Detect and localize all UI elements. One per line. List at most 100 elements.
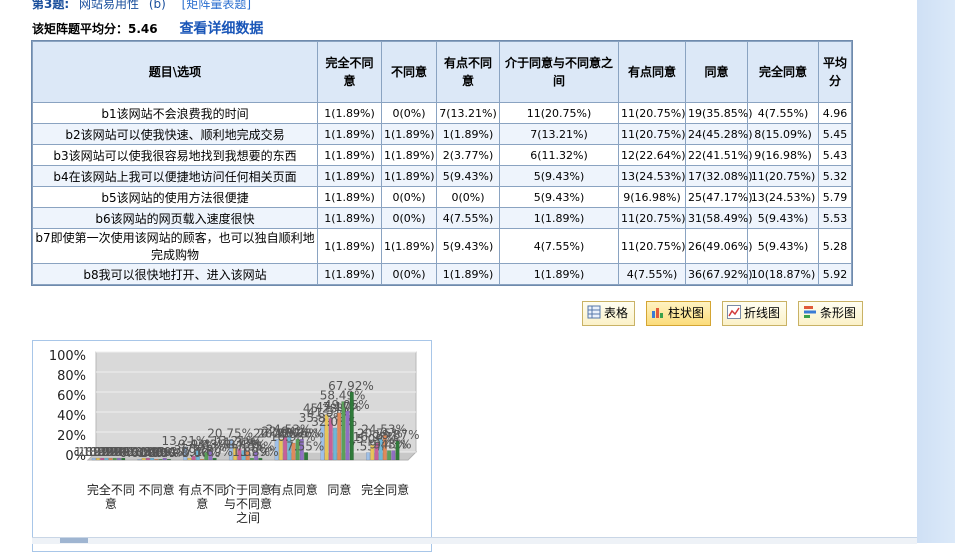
data-label: 1.89%	[240, 445, 278, 459]
y-tick-label: 40%	[57, 409, 86, 424]
bar	[345, 410, 350, 461]
table-row: b8我可以很快地打开、进入该网站 1(1.89%) 0(0%) 1(1.89%) 1(1…	[32, 263, 852, 285]
table-cell: 1(1.89%)	[436, 263, 500, 285]
table-cell: 1(1.89%)	[317, 228, 382, 264]
table-cell: 0(0%)	[381, 207, 437, 229]
x-tick-label: 不同意	[139, 482, 175, 497]
table-cell: 1(1.89%)	[381, 165, 437, 187]
view-detail-link[interactable]: 查看详细数据	[179, 21, 263, 37]
row-average: 5.53	[818, 207, 852, 229]
table-cell: 1(1.89%)	[381, 228, 437, 264]
table-cell: 0(0%)	[381, 263, 437, 285]
table-cell: 7(13.21%)	[499, 123, 619, 145]
view-table-button[interactable]: 表格	[582, 301, 636, 326]
header-somewhat-agree: 有点同意	[618, 41, 686, 103]
view-bar-chart-label: 柱状图	[668, 306, 705, 320]
horizontal-bar-chart-icon	[803, 304, 817, 318]
y-tick-label: 80%	[57, 369, 86, 384]
view-line-chart-button[interactable]: 折线图	[722, 301, 788, 326]
row-average: 5.79	[818, 186, 852, 208]
table-cell: 2(3.77%)	[436, 144, 500, 166]
view-strip-chart-button[interactable]: 条形图	[798, 301, 864, 326]
table-cell: 5(9.43%)	[499, 186, 619, 208]
x-tick-label-line: 完全不同	[87, 482, 135, 497]
table-cell: 5(9.43%)	[499, 165, 619, 187]
table-cell: 36(67.92%)	[685, 263, 753, 285]
table-cell: 1(1.89%)	[317, 144, 382, 166]
x-tick-label-line: 与不同意	[224, 496, 272, 511]
scrollbar-thumb[interactable]	[60, 538, 88, 543]
table-cell: 4(7.55%)	[499, 228, 619, 264]
table-cell: 12(22.64%)	[618, 144, 686, 166]
header-agree: 同意	[685, 41, 748, 103]
table-cell: 0(0%)	[436, 186, 500, 208]
header-strongly-agree: 完全同意	[747, 41, 819, 103]
y-tick-label: 60%	[57, 389, 86, 404]
x-tick-label-line: 不同意	[139, 482, 175, 497]
table-cell: 1(1.89%)	[317, 186, 382, 208]
table-cell: 1(1.89%)	[381, 123, 437, 145]
header-average: 平均分	[818, 41, 852, 103]
row-average: 5.45	[818, 123, 852, 145]
header-strongly-disagree: 完全不同意	[317, 41, 382, 103]
question-name: 网站易用性	[78, 0, 139, 11]
table-cell: 13(24.53%)	[747, 186, 819, 208]
view-bar-chart-button[interactable]: 柱状图	[646, 301, 712, 326]
table-cell: 10(18.87%)	[747, 263, 819, 285]
table-cell: 26(49.06%)	[685, 228, 753, 264]
table-header-row: 题目\选项 完全不同意 不同意 有点不同意 介于同意与不同意之间 有点同意 同意…	[32, 41, 852, 103]
x-tick-label: 完全同意	[361, 482, 409, 497]
data-label: 7.55%	[286, 439, 324, 453]
table-row: b6该网站的网页载入速度很快 1(1.89%) 0(0%) 4(7.55%) 1(1.8…	[32, 207, 852, 229]
data-label: 18.87%	[374, 428, 420, 442]
table-cell: 0(0%)	[381, 102, 437, 124]
data-label: 0.00%	[149, 446, 187, 460]
data-label: 67.92%	[328, 379, 374, 393]
table-cell: 24(45.28%)	[685, 123, 753, 145]
matrix-average-line: 该矩阵题平均分：5.46 查看详细数据	[32, 18, 263, 40]
row-average: 4.96	[818, 102, 852, 124]
bar	[391, 450, 396, 461]
table-cell: 4(7.55%)	[618, 263, 686, 285]
bar	[332, 427, 337, 461]
table-cell: 1(1.89%)	[317, 263, 382, 285]
header-question-option: 题目\选项	[32, 41, 318, 103]
x-tick-label-line: 有点同意	[270, 482, 318, 497]
row-label: b3该网站可以使我很容易地找到我想要的东西	[32, 144, 318, 166]
table-cell: 19(35.85%)	[685, 102, 753, 124]
line-chart-icon	[727, 304, 741, 319]
matrix-average-text: 该矩阵题平均分：5.46	[32, 22, 158, 36]
question-number: 第3题:	[32, 0, 70, 11]
row-label: b5该网站的使用方法很便捷	[32, 186, 318, 208]
table-cell: 0(0%)	[381, 186, 437, 208]
question-type: [矩阵量表题]	[181, 0, 252, 11]
table-cell: 1(1.89%)	[436, 123, 500, 145]
table-cell: 9(16.98%)	[618, 186, 686, 208]
question-suffix: (b)	[148, 0, 166, 11]
view-table-label: 表格	[604, 306, 629, 320]
bar-chart-icon	[651, 304, 665, 318]
table-cell: 1(1.89%)	[317, 102, 382, 124]
y-tick-label: 20%	[57, 429, 86, 444]
table-cell: 25(47.17%)	[685, 186, 753, 208]
table-cell: 31(58.49%)	[685, 207, 753, 229]
table-icon	[587, 304, 601, 319]
data-label: 20.75%	[278, 426, 324, 440]
x-tick-label: 完全不同意	[87, 482, 135, 511]
table-cell: 1(1.89%)	[317, 165, 382, 187]
table-row: b4在该网站上我可以便捷地访问任何相关页面 1(1.89%) 1(1.89%) 5(9…	[32, 165, 852, 187]
question-title: 第3题: 网站易用性 (b) [矩阵量表题]	[32, 0, 252, 11]
table-cell: 11(20.75%)	[618, 207, 686, 229]
row-label: b7即使第一次使用该网站的顾客，也可以独自顺利地完成购物	[32, 228, 318, 264]
y-tick-label: 100%	[49, 349, 86, 364]
table-cell: 11(20.75%)	[618, 228, 686, 264]
row-average: 5.92	[818, 263, 852, 285]
row-label: b4在该网站上我可以便捷地访问任何相关页面	[32, 165, 318, 187]
data-label: 1.89%	[195, 445, 233, 459]
table-cell: 1(1.89%)	[317, 123, 382, 145]
page-side-strip	[917, 0, 955, 543]
row-label: b6该网站的网页载入速度很快	[32, 207, 318, 229]
bar	[337, 412, 342, 461]
x-tick-label: 介于同意与不同意之间	[224, 482, 272, 525]
x-tick-label: 有点不同意	[178, 483, 226, 511]
